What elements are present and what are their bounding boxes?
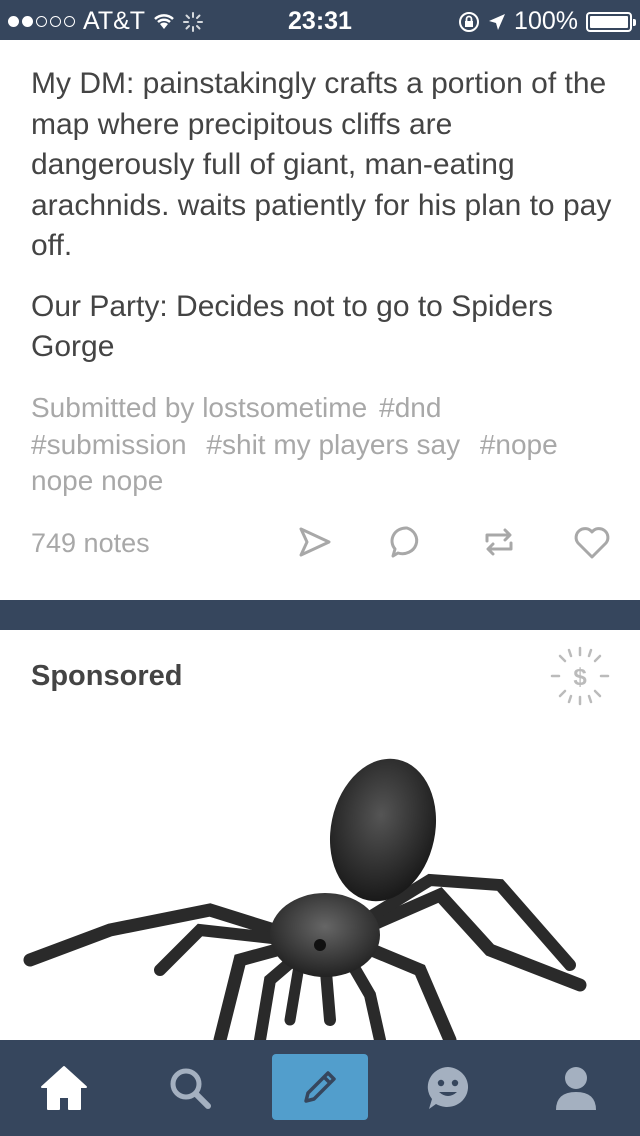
share-icon[interactable] bbox=[297, 524, 333, 560]
svg-text:$: $ bbox=[573, 664, 587, 691]
post-footer: 749 notes bbox=[31, 524, 611, 564]
activity-icon bbox=[427, 1067, 469, 1109]
rotation-lock-icon bbox=[459, 11, 480, 32]
home-icon bbox=[41, 1066, 87, 1110]
sponsored-post[interactable]: Sponsored $ bbox=[0, 630, 640, 1040]
status-right: 100% bbox=[458, 7, 636, 36]
tab-activity[interactable] bbox=[416, 1056, 480, 1120]
post-actions bbox=[297, 524, 611, 560]
submitted-by-text[interactable]: Submitted by lostsometime bbox=[31, 392, 367, 423]
post-body: My DM: painstakingly crafts a portion of… bbox=[31, 64, 621, 388]
search-icon bbox=[170, 1068, 211, 1109]
like-icon[interactable] bbox=[573, 524, 611, 560]
tag-submission[interactable]: #submission bbox=[31, 429, 187, 460]
post-paragraph: Our Party: Decides not to go to Spiders … bbox=[31, 289, 553, 364]
battery-icon bbox=[586, 11, 636, 32]
status-bar: AT&T 23:31 100% bbox=[0, 0, 640, 40]
post-paragraph: My DM: painstakingly crafts a portion of… bbox=[31, 67, 612, 262]
reblog-icon[interactable] bbox=[481, 524, 517, 560]
dollar-icon[interactable]: $ bbox=[550, 646, 610, 706]
tag-nope[interactable]: #nope bbox=[480, 429, 558, 460]
sponsored-label: Sponsored bbox=[31, 660, 183, 692]
tag-nope-nope[interactable]: nope nope bbox=[31, 465, 163, 496]
account-icon bbox=[556, 1067, 596, 1110]
post-card: My DM: painstakingly crafts a portion of… bbox=[0, 40, 640, 600]
tab-home[interactable] bbox=[32, 1056, 96, 1120]
battery-percent: 100% bbox=[514, 7, 578, 35]
tab-compose[interactable] bbox=[272, 1054, 368, 1120]
notes-count[interactable]: 749 notes bbox=[31, 528, 150, 559]
tab-search[interactable] bbox=[158, 1056, 222, 1120]
post-tags: Submitted by lostsometime #dnd #submissio… bbox=[31, 390, 621, 500]
spider-image[interactable] bbox=[0, 720, 640, 1040]
location-arrow-icon bbox=[489, 13, 506, 30]
tag-dnd[interactable]: #dnd bbox=[379, 392, 441, 423]
compose-icon bbox=[304, 1071, 336, 1103]
reply-icon[interactable] bbox=[389, 524, 425, 560]
tab-account[interactable] bbox=[544, 1056, 608, 1120]
tag-shit-my-players-say[interactable]: #shit my players say bbox=[206, 429, 460, 460]
tab-bar bbox=[0, 1040, 640, 1136]
